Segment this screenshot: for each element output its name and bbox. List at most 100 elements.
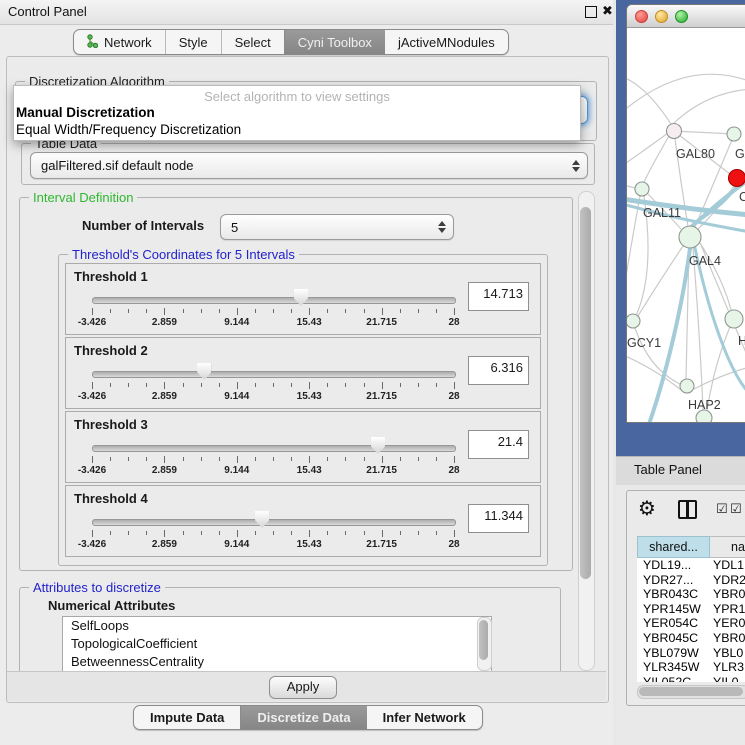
slider-tick [309, 382, 310, 389]
network-edge[interactable] [674, 89, 745, 123]
gear-icon[interactable]: ⚙ [638, 496, 656, 521]
attributes-list-scrollbar[interactable] [477, 617, 492, 671]
cell-name: YPR1 [709, 602, 745, 617]
slider-tick [382, 456, 383, 463]
network-edge[interactable] [638, 246, 683, 316]
table-rows: YDL19...YDL1YDR27...YDR2YBR043CYBR0YPR14… [637, 558, 745, 682]
checkbox-icon[interactable]: ☑ [716, 501, 728, 517]
slider-tick-label: 21.715 [352, 317, 412, 328]
combo-stepper-icon [438, 221, 446, 233]
slider-tick [128, 457, 129, 461]
slider-tick [382, 308, 383, 315]
network-window-titlebar[interactable] [627, 5, 745, 28]
tab-infer-network[interactable]: Infer Network [367, 706, 482, 729]
threshold-label: Threshold 1 [74, 269, 148, 284]
table-row[interactable]: YPR145WYPR1 [637, 602, 745, 617]
attribute-list-item[interactable]: SelfLoops [63, 617, 491, 635]
table-row[interactable]: YDR27...YDR2 [637, 573, 745, 588]
threshold-box-4: Threshold 4-3.4262.8599.14415.4321.71528… [65, 485, 541, 557]
checkbox-icon[interactable]: ☑ [730, 501, 742, 517]
threshold-value-field[interactable]: 21.4 [468, 430, 529, 459]
slider-tick [237, 530, 238, 537]
number-of-intervals-select[interactable]: 5 [220, 214, 454, 240]
network-edge[interactable] [627, 355, 681, 390]
table-row[interactable]: YLR345WYLR3 [637, 660, 745, 675]
threshold-value-field[interactable]: 11.344 [468, 504, 529, 533]
network-node[interactable] [696, 410, 712, 422]
network-node-h[interactable] [725, 310, 743, 328]
network-node-c[interactable] [729, 170, 745, 187]
threshold-slider-track[interactable] [92, 297, 456, 304]
tab-select[interactable]: Select [221, 30, 284, 54]
slider-tick [364, 531, 365, 535]
tab-style[interactable]: Style [165, 30, 221, 54]
close-icon[interactable]: ✖ [602, 3, 613, 19]
table-row[interactable]: YBR045CYBR0 [637, 631, 745, 646]
attribute-list-item[interactable]: BetweennessCentrality [63, 653, 491, 671]
slider-tick [345, 383, 346, 387]
network-node-gal80[interactable] [667, 124, 682, 139]
slider-tick-label: -3.426 [62, 465, 122, 476]
table-data-select[interactable]: galFiltered.sif default node [30, 152, 588, 179]
column-header-shared[interactable]: shared... [637, 536, 710, 558]
tab-network[interactable]: Network [74, 30, 165, 54]
table-horizontal-scrollbar[interactable] [637, 685, 745, 699]
network-node-hap2[interactable] [680, 379, 694, 393]
panel-vertical-scrollbar[interactable] [578, 191, 595, 671]
network-canvas[interactable]: GAL80GACGAL11GAL4GCY1HHAP2 [627, 27, 745, 422]
network-node-gal11[interactable] [635, 182, 649, 196]
table-horizontal-scrollbar-thumb[interactable] [639, 687, 743, 696]
slider-tick [146, 309, 147, 313]
algorithm-option-manual[interactable]: Manual Discretization [16, 105, 155, 120]
threshold-value-field[interactable]: 14.713 [468, 282, 529, 311]
slider-tick [327, 309, 328, 313]
table-row[interactable]: YBL079WYBL0 [637, 646, 745, 661]
network-edge[interactable] [627, 196, 640, 295]
slider-tick [418, 383, 419, 387]
table-row[interactable]: YER054CYER0 [637, 616, 745, 631]
split-columns-icon[interactable] [678, 500, 697, 519]
network-node-gal4[interactable] [679, 226, 701, 248]
slider-tick [237, 308, 238, 315]
number-of-intervals-value: 5 [221, 220, 453, 235]
tab-cyni-toolbox[interactable]: Cyni Toolbox [284, 30, 385, 54]
slider-tick [291, 531, 292, 535]
tab-impute-data[interactable]: Impute Data [134, 706, 240, 729]
network-edge[interactable] [674, 131, 734, 134]
threshold-slider-track[interactable] [92, 371, 456, 378]
attribute-list-item[interactable]: TopologicalCoefficient [63, 635, 491, 653]
table-row[interactable]: YIL052CYIL0 [637, 675, 745, 682]
float-window-icon[interactable] [585, 6, 597, 18]
threshold-label: Threshold 2 [74, 343, 148, 358]
column-header-name[interactable]: nam [710, 536, 745, 558]
network-edge[interactable] [644, 136, 669, 182]
network-node-label: GCY1 [627, 336, 661, 350]
slider-tick [273, 383, 274, 387]
slider-tick [345, 309, 346, 313]
tab-discretize-data[interactable]: Discretize Data [240, 706, 366, 729]
table-row[interactable]: YDL19...YDL1 [637, 558, 745, 573]
threshold-slider-track[interactable] [92, 445, 456, 452]
table-row[interactable]: YBR043CYBR0 [637, 587, 745, 602]
network-node-gcy1[interactable] [627, 314, 640, 328]
thresholds-group: Threshold's Coordinates for 5 Intervals … [58, 254, 548, 566]
algorithm-option-equal-width[interactable]: Equal Width/Frequency Discretization [16, 122, 241, 137]
threshold-value-field[interactable]: 6.316 [468, 356, 529, 385]
network-edge[interactable] [627, 185, 635, 188]
cell-shared-name: YIL052C [637, 675, 709, 682]
slider-tick [327, 457, 328, 461]
minimize-traffic-light-icon[interactable] [655, 10, 668, 23]
threshold-label: Threshold 3 [74, 417, 148, 432]
zoom-traffic-light-icon[interactable] [675, 10, 688, 23]
numerical-attributes-list[interactable]: SelfLoopsTopologicalCoefficientBetweenne… [62, 616, 492, 672]
control-panel-window: Control Panel ✖ Network Style Select Cyn… [0, 0, 613, 745]
network-edge-highlighted[interactable] [649, 248, 690, 422]
panel-vertical-scrollbar-thumb[interactable] [580, 207, 591, 579]
tab-jactivemnodules[interactable]: jActiveMNodules [385, 30, 508, 54]
attributes-list-scrollbar-thumb[interactable] [479, 620, 488, 660]
threshold-slider-track[interactable] [92, 519, 456, 526]
apply-button[interactable]: Apply [269, 676, 337, 699]
network-node-ga[interactable] [727, 127, 741, 141]
close-traffic-light-icon[interactable] [635, 10, 648, 23]
cell-name: YBL0 [709, 646, 743, 661]
